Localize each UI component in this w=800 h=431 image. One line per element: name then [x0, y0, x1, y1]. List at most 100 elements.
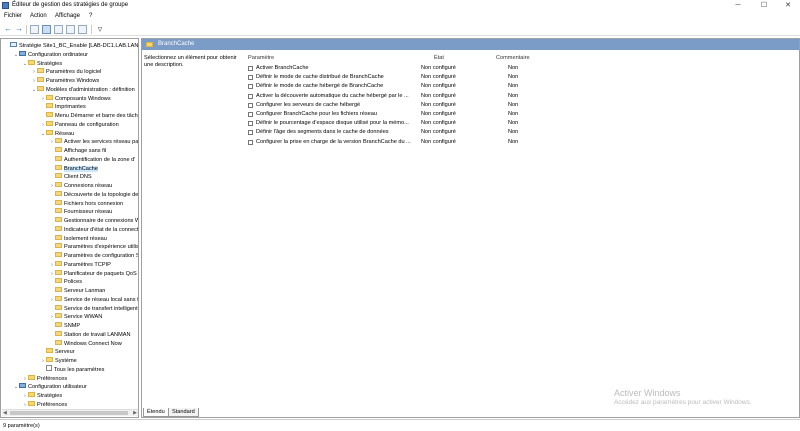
- tree-item[interactable]: › Planificateur de paquets QoS: [49, 269, 137, 278]
- setting-comment: Non: [508, 129, 519, 136]
- tree-item[interactable]: ⌄ Configuration ordinateur: [13, 50, 89, 59]
- up-folder-icon[interactable]: [30, 25, 39, 34]
- tree-item[interactable]: ⌄ Stratégies: [22, 59, 62, 68]
- table-row[interactable]: Définir le mode de cache distribué de Br…: [248, 73, 538, 82]
- tree-item[interactable]: › Système: [40, 357, 77, 365]
- help-icon[interactable]: [66, 25, 75, 34]
- folder-icon: [55, 199, 62, 205]
- column-header-name[interactable]: Paramètre: [248, 55, 274, 61]
- setting-state: Non configuré: [421, 83, 456, 90]
- tree-item[interactable]: › Service de réseau local sans fil: [49, 295, 139, 304]
- tree-item[interactable]: Fichiers hors connexion: [49, 199, 123, 208]
- setting-comment: Non: [508, 65, 519, 71]
- scroll-right-arrow-icon[interactable]: ▶: [133, 410, 137, 416]
- scroll-thumb[interactable]: [10, 411, 128, 415]
- tree-item[interactable]: Menu Démarrer et barre des tâche: [40, 112, 138, 120]
- setting-name: Activer BranchCache: [256, 65, 309, 71]
- tree-item[interactable]: › Stratégies: [22, 392, 62, 400]
- table-row[interactable]: Définir le mode de cache hébergé de Bran…: [248, 82, 538, 91]
- tree-item-label: Serveur Lanman: [64, 288, 106, 294]
- menu-help[interactable]: ?: [89, 13, 92, 19]
- properties-icon[interactable]: [78, 25, 87, 34]
- maximize-button[interactable]: ☐: [752, 1, 776, 10]
- tree-item[interactable]: › Paramètres TCPIP: [49, 260, 111, 269]
- menu-fichier[interactable]: Fichier: [4, 13, 22, 19]
- tree-item[interactable]: › Panneau de configuration: [40, 120, 119, 129]
- tree-horizontal-scrollbar[interactable]: ◀ ▶: [2, 409, 138, 416]
- tab-standard[interactable]: Standard: [168, 408, 199, 417]
- column-header-state[interactable]: État: [434, 55, 444, 61]
- tree-item[interactable]: Windows Connect Now: [49, 339, 122, 348]
- tree-item[interactable]: › Activer les services réseau pair: [49, 138, 138, 146]
- forward-arrow-icon[interactable]: →: [14, 24, 24, 34]
- tree-item-label: Configuration ordinateur: [28, 51, 89, 58]
- tree-item-label: Imprimantes: [55, 104, 86, 111]
- tree-item[interactable]: Authentification de la zone d': [49, 155, 135, 164]
- folder-icon: [55, 182, 62, 188]
- table-row[interactable]: Activer BranchCache Non configuré Non: [248, 64, 538, 73]
- policy-setting-icon: [248, 102, 253, 108]
- folder-icon: [46, 348, 53, 354]
- folder-icon: [46, 357, 53, 363]
- tree-item[interactable]: ⌄ Réseau: [40, 129, 74, 138]
- tree-item[interactable]: Station de travail LANMAN: [49, 330, 131, 339]
- show-tree-icon[interactable]: [42, 25, 51, 34]
- tree-item[interactable]: Serveur Lanman: [49, 287, 105, 295]
- tree-item[interactable]: › Paramètres du logiciel: [31, 68, 101, 76]
- computer-icon: [19, 383, 26, 389]
- settings-list-icon: [46, 365, 52, 372]
- tree-item[interactable]: Indicateur d'état de la connect: [49, 225, 138, 234]
- tree-item[interactable]: Stratégie Site1_BC_Enable [LAB-DC1.LAB.L…: [4, 42, 138, 50]
- minimize-button[interactable]: ─: [726, 1, 750, 10]
- folder-icon: [37, 77, 44, 83]
- tree-item[interactable]: › Connexions réseau: [49, 182, 112, 190]
- tree-item[interactable]: Serveur: [40, 348, 75, 356]
- policy-setting-icon: [248, 121, 253, 127]
- scroll-left-arrow-icon[interactable]: ◀: [3, 410, 7, 416]
- tree-item[interactable]: › Paramètres Windows: [31, 77, 99, 85]
- tree-item-label: Modèles d'administration : définition: [46, 86, 135, 93]
- tree-item[interactable]: › Service WWAN: [49, 313, 102, 321]
- policy-setting-icon: [248, 130, 253, 136]
- table-row[interactable]: Activer la découverte automatique du cac…: [248, 92, 538, 101]
- table-row[interactable]: Définir l'âge des segments dans le cache…: [248, 128, 538, 137]
- tree-item[interactable]: Paramètres de configuration S: [49, 252, 138, 260]
- tree-item[interactable]: Imprimantes: [40, 103, 86, 111]
- tree-item[interactable]: › Composants Windows: [40, 94, 111, 103]
- tree-item-label: Affichage sans fil: [64, 148, 107, 154]
- table-row[interactable]: Configurer BranchCache pour les fichiers…: [248, 110, 538, 119]
- tree-item[interactable]: BranchCache: [49, 164, 98, 173]
- tab-extended[interactable]: Étendu: [143, 408, 169, 417]
- tree-item[interactable]: › Préférences: [22, 374, 67, 383]
- table-row[interactable]: Définir le pourcentage d'espace disque u…: [248, 119, 538, 128]
- window-title: Éditeur de gestion des stratégies de gro…: [12, 2, 129, 8]
- tree-item[interactable]: ⌄ Configuration utilisateur: [13, 383, 87, 391]
- tree-item[interactable]: Tous les paramètres: [40, 365, 104, 374]
- tree-item[interactable]: Découverte de la topologie de: [49, 190, 138, 199]
- menu-affichage[interactable]: Affichage: [55, 13, 80, 19]
- tree-item[interactable]: Paramètres d'expérience utilis: [49, 243, 138, 251]
- folder-icon: [46, 129, 53, 135]
- tree-item[interactable]: › Préférences: [22, 400, 67, 409]
- tree-item[interactable]: ⌄ Modèles d'administration : définition: [31, 85, 135, 94]
- tree-item[interactable]: Affichage sans fil: [49, 147, 106, 155]
- tree-item[interactable]: Client DNS: [49, 173, 92, 181]
- tree-item-label: Composants Windows: [55, 95, 111, 102]
- tree-pane[interactable]: Stratégie Site1_BC_Enable [LAB-DC1.LAB.L…: [0, 38, 139, 418]
- tree-item[interactable]: Polices: [49, 278, 82, 286]
- setting-name: Activer la découverte automatique du cac…: [256, 92, 409, 99]
- menu-action[interactable]: Action: [30, 13, 47, 19]
- back-arrow-icon[interactable]: ←: [3, 24, 13, 34]
- export-list-icon[interactable]: [54, 25, 63, 34]
- close-button[interactable]: ✕: [776, 1, 800, 10]
- tree-item-label: Service de réseau local sans fil: [64, 296, 139, 303]
- tree-item[interactable]: SNMP: [49, 322, 80, 330]
- tree-item[interactable]: Fournisseur réseau: [49, 208, 112, 216]
- filter-icon[interactable]: ▿: [95, 24, 105, 34]
- table-row[interactable]: Configurer la prise en charge de la vers…: [248, 138, 538, 147]
- tree-item[interactable]: Isolement réseau: [49, 234, 107, 243]
- tree-item[interactable]: Gestionnaire de connexions W: [49, 217, 138, 225]
- table-row[interactable]: Configurer les serveurs de cache hébergé…: [248, 101, 538, 110]
- tree-item[interactable]: Service de transfert intelligent: [49, 304, 138, 313]
- column-header-comment[interactable]: Commentaire: [496, 55, 530, 61]
